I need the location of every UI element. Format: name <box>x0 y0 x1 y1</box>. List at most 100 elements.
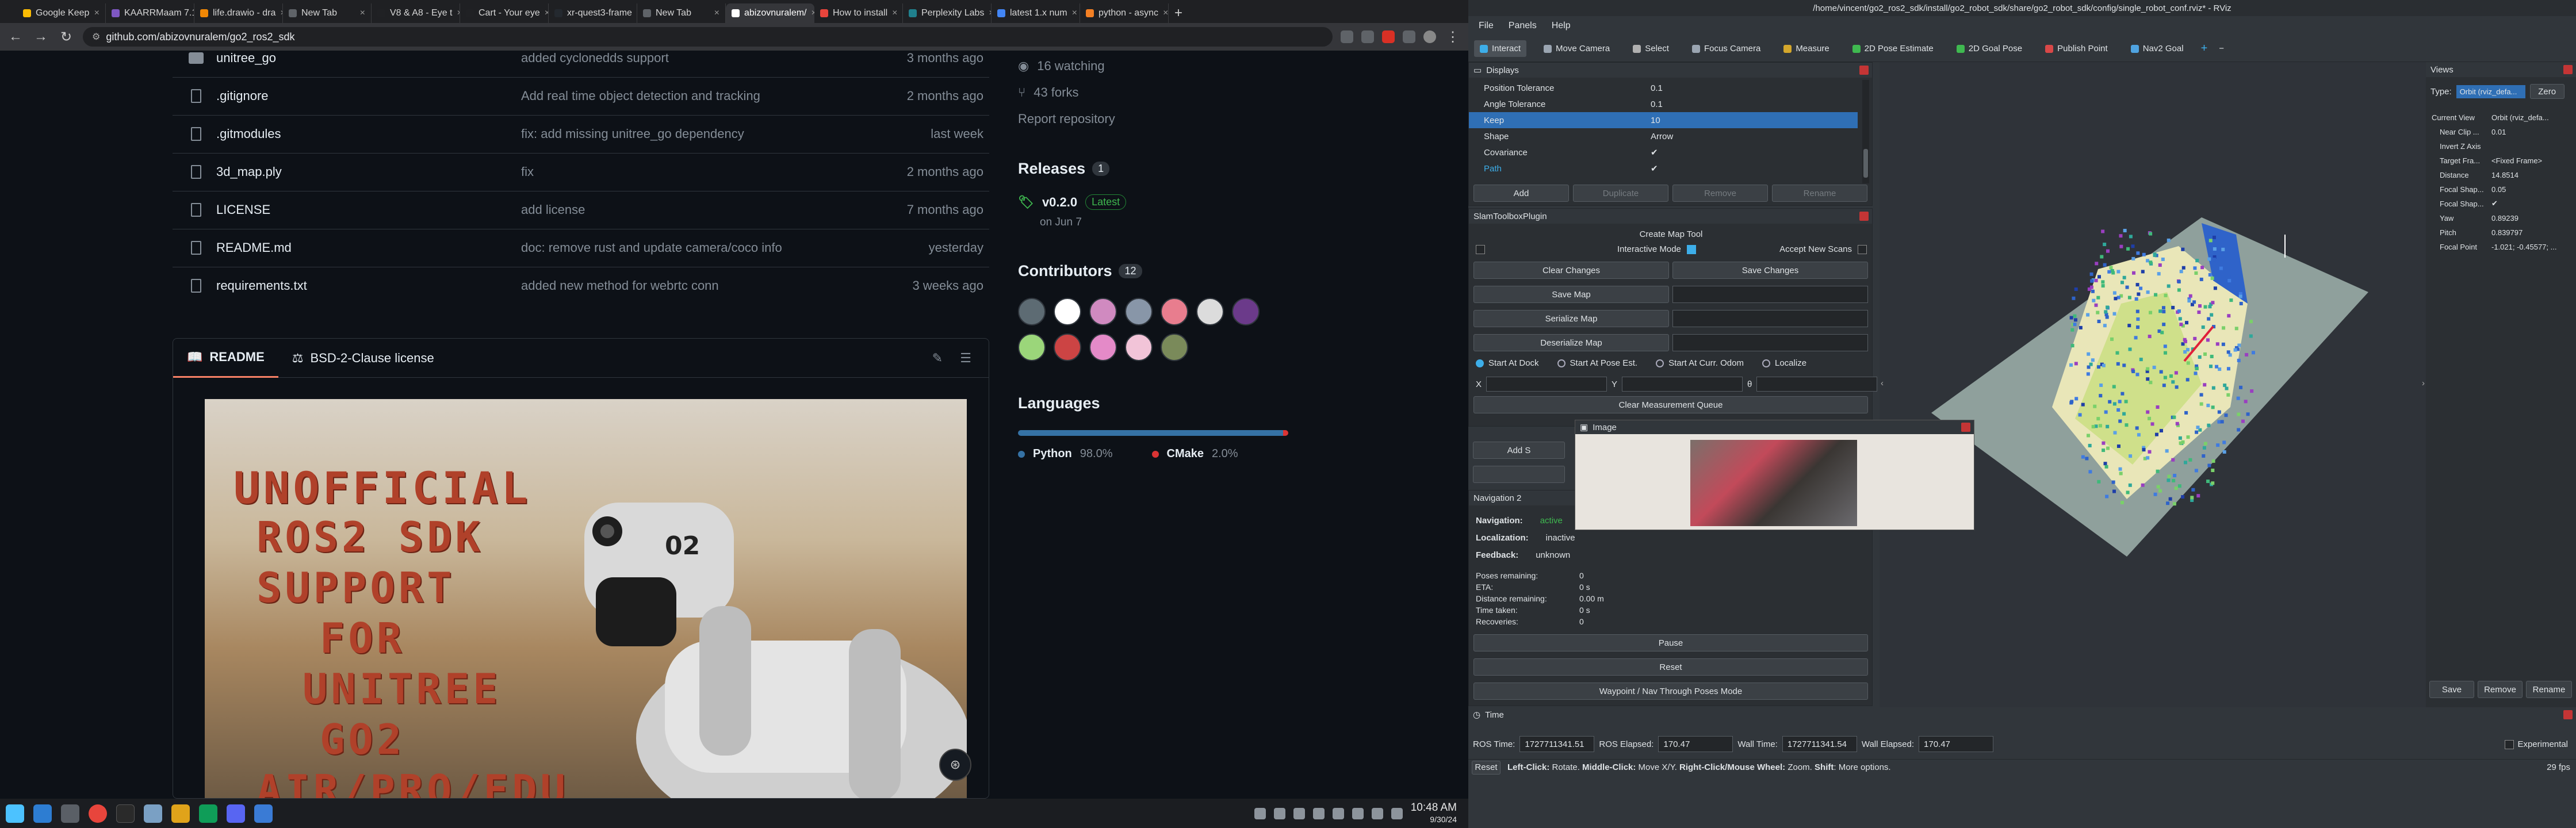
start-odom-radio[interactable] <box>1656 359 1664 367</box>
close-icon[interactable] <box>2563 710 2573 719</box>
browser-tab[interactable]: xr-quest3-frame× <box>549 3 637 23</box>
close-icon[interactable]: × <box>1072 8 1077 18</box>
chrome-icon[interactable] <box>89 804 107 823</box>
file-row[interactable]: .gitignore Add real time object detection… <box>173 77 989 114</box>
rviz-icon[interactable] <box>254 804 273 823</box>
save-changes-button[interactable]: Save Changes <box>1672 262 1868 279</box>
views-save-button[interactable]: Save <box>2429 681 2474 698</box>
release-item[interactable]: 🏷 v0.2.0 Latest <box>1018 194 1127 210</box>
report-link[interactable]: Report repository <box>1018 112 1115 126</box>
battery-icon[interactable] <box>1391 807 1403 819</box>
tool-2d-goal-pose[interactable]: 2D Goal Pose <box>1951 40 2028 57</box>
view-property-row[interactable]: Pitch 0.839797 <box>2429 225 2573 239</box>
deserialize-map-input[interactable] <box>1672 334 1868 351</box>
interactive-mode-checkbox[interactable] <box>1686 244 1696 254</box>
clear-measurement-button[interactable]: Clear Measurement Queue <box>1473 396 1868 413</box>
contributor-avatar[interactable] <box>1125 298 1153 325</box>
wifi-icon[interactable] <box>1352 807 1364 819</box>
tool-move-camera[interactable]: Move Camera <box>1538 40 1616 57</box>
view-property-row[interactable]: Focal Point -1.021; -0.45577; ... <box>2429 240 2573 254</box>
display-property-row[interactable]: Covariance ✔ <box>1469 144 1858 160</box>
file-row[interactable]: README.md doc: remove rust and update cam… <box>173 229 989 266</box>
menu-icon[interactable]: ⋮ <box>1444 29 1461 45</box>
views-rename-button[interactable]: Rename <box>2526 681 2572 698</box>
browser-tab[interactable]: V8 & A8 - Eye t× <box>372 3 460 23</box>
contributor-avatar[interactable] <box>1089 298 1117 325</box>
contributor-avatar[interactable] <box>1018 334 1046 361</box>
view-property-row[interactable]: Focal Shap... ✔ <box>2429 197 2573 210</box>
tray-icon[interactable] <box>1273 807 1285 819</box>
bluetooth-icon[interactable] <box>1332 807 1344 819</box>
file-row[interactable]: .gitmodules fix: add missing unitree_go d… <box>173 115 989 152</box>
serialize-map-input[interactable] <box>1672 310 1868 327</box>
forks-link[interactable]: ⑂ 43 forks <box>1018 85 1078 100</box>
close-icon[interactable]: × <box>360 8 365 18</box>
extension-icon[interactable] <box>1403 30 1415 43</box>
commit-message[interactable]: add license <box>521 202 874 217</box>
commit-message[interactable]: doc: remove rust and update camera/coco … <box>521 240 874 255</box>
volume-icon[interactable] <box>1371 807 1383 819</box>
contributor-avatar[interactable] <box>1125 334 1153 361</box>
tool-select[interactable]: Select <box>1627 40 1675 57</box>
browser-tab[interactable]: latest 1.x num × <box>992 3 1080 23</box>
displays-add-button[interactable]: Add <box>1473 185 1569 202</box>
sheets-icon[interactable] <box>199 804 217 823</box>
tool-measure[interactable]: Measure <box>1778 40 1835 57</box>
3d-viewport[interactable]: ‹ › <box>1880 62 2426 707</box>
displays-scrollbar[interactable] <box>1862 80 1869 183</box>
file-row[interactable]: 3d_map.ply fix 2 months ago <box>173 153 989 190</box>
tab-license[interactable]: ⚖ BSD-2-Clause license <box>278 339 448 378</box>
tool-2d-pose-estimate[interactable]: 2D Pose Estimate <box>1847 40 1939 57</box>
releases-heading[interactable]: Releases 1 <box>1018 160 1110 178</box>
extension-icon[interactable] <box>1341 30 1353 43</box>
tray-icon[interactable] <box>1293 807 1305 819</box>
waypoint-mode-button[interactable]: Waypoint / Nav Through Poses Mode <box>1473 683 1868 700</box>
serialize-map-button[interactable]: Serialize Map <box>1473 310 1669 327</box>
outline-icon[interactable]: ☰ <box>960 351 971 366</box>
experimental-checkbox[interactable] <box>2505 739 2514 749</box>
displays-rename-button[interactable]: Rename <box>1772 185 1867 202</box>
contributor-avatar[interactable] <box>1089 334 1117 361</box>
file-name[interactable]: unitree_go <box>216 51 521 66</box>
site-info-icon[interactable]: ⚙ <box>92 31 100 43</box>
accept-scans-checkbox[interactable] <box>1858 244 1867 254</box>
browser-tab[interactable]: New Tab × <box>637 3 726 23</box>
file-row[interactable]: LICENSE add license 7 months ago <box>173 191 989 228</box>
reload-icon[interactable]: ↻ <box>58 29 75 45</box>
browser-tab[interactable]: python - async × <box>1080 3 1169 23</box>
displays-duplicate-button[interactable]: Duplicate <box>1573 185 1668 202</box>
add-s-button[interactable]: Add S <box>1473 442 1565 459</box>
save-map-button[interactable]: Save Map <box>1473 286 1669 303</box>
remove-tool-button[interactable]: − <box>2219 44 2224 53</box>
back-icon[interactable]: ← <box>7 29 24 45</box>
contributors-heading[interactable]: Contributors 12 <box>1018 262 1142 280</box>
row-checkbox[interactable] <box>1476 244 1485 254</box>
localize-radio[interactable] <box>1762 359 1770 367</box>
browser-tab[interactable]: Google Keep × <box>17 3 106 23</box>
commit-message[interactable]: added new method for webrtc conn <box>521 278 874 293</box>
extension-icon[interactable] <box>1382 30 1395 43</box>
terminal-icon[interactable] <box>116 804 135 823</box>
file-name[interactable]: requirements.txt <box>216 278 521 293</box>
close-icon[interactable] <box>1859 66 1869 75</box>
file-name[interactable]: .gitignore <box>216 89 521 103</box>
clock[interactable]: 10:48 AM 9/30/24 <box>1411 802 1457 825</box>
displays-remove-button[interactable]: Remove <box>1672 185 1768 202</box>
language-python[interactable]: Python 98.0% CMake 2.0% <box>1018 447 1238 461</box>
app-icon[interactable] <box>171 804 190 823</box>
views-remove-button[interactable]: Remove <box>2478 681 2523 698</box>
browser-tab[interactable]: Cart - Your eye × <box>460 3 549 23</box>
zero-button[interactable]: Zero <box>2529 84 2564 99</box>
tray-icon[interactable] <box>1254 807 1266 819</box>
copilot-icon[interactable]: ⊛ <box>939 749 971 781</box>
view-property-row[interactable]: Distance 14.8514 <box>2429 168 2573 182</box>
close-icon[interactable]: × <box>892 8 897 18</box>
file-explorer-icon[interactable] <box>33 804 52 823</box>
new-tab-button[interactable]: + <box>1169 3 1188 23</box>
commit-message[interactable]: fix: add missing unitree_go dependency <box>521 126 874 141</box>
display-property-row[interactable]: Position Tolerance 0.1 <box>1469 80 1858 96</box>
file-name[interactable]: LICENSE <box>216 202 521 217</box>
view-property-row[interactable]: Near Clip ... 0.01 <box>2429 125 2573 139</box>
contributor-avatar[interactable] <box>1161 334 1188 361</box>
start-dock-radio[interactable] <box>1476 359 1484 367</box>
